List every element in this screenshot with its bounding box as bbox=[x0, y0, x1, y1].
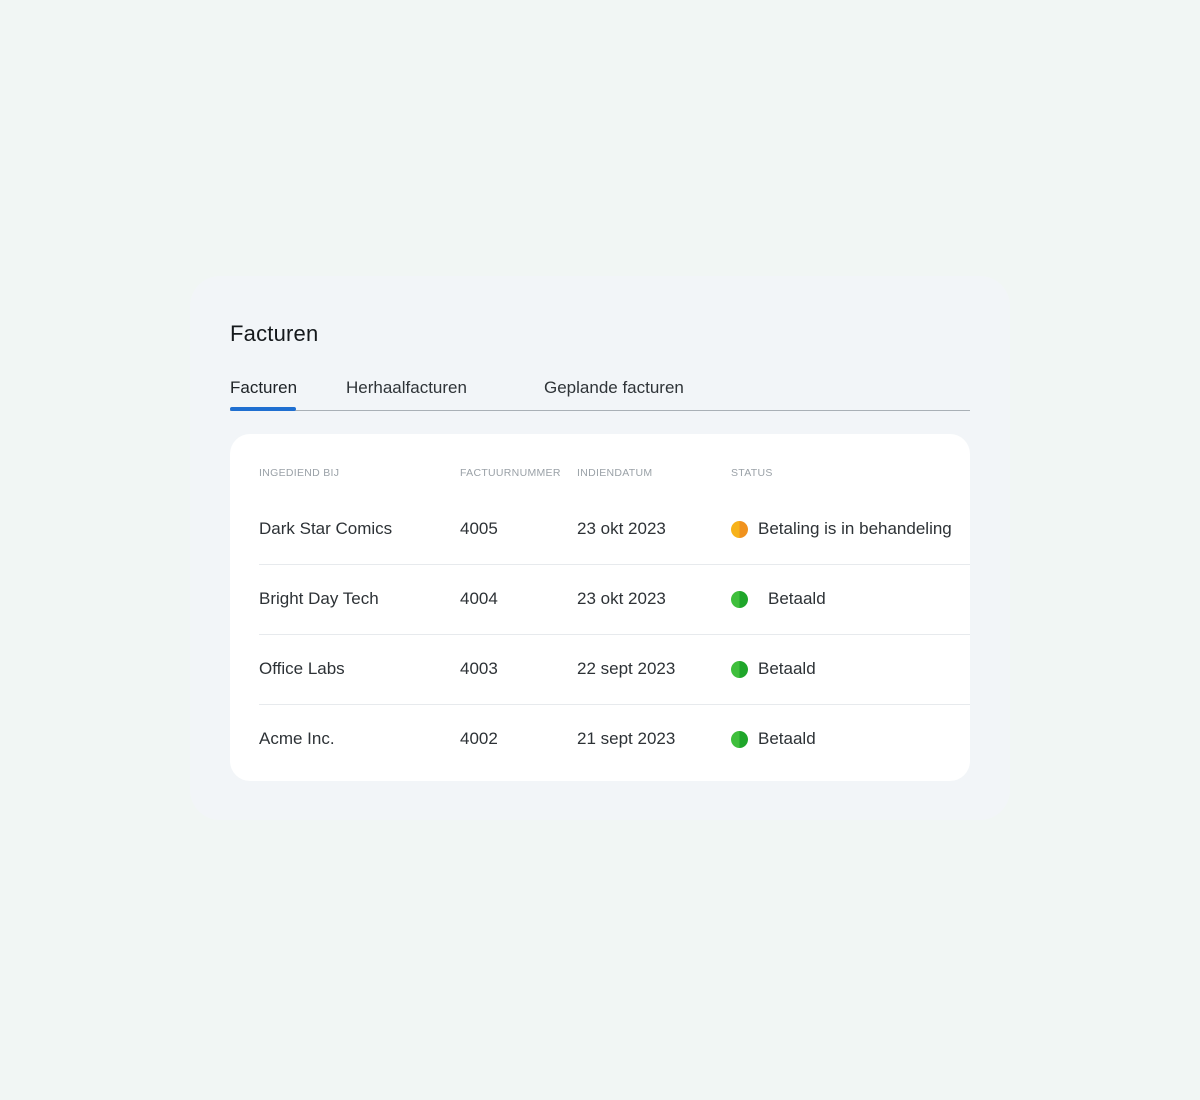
paid-status-dot-icon bbox=[731, 661, 748, 678]
column-header-submitted-to: INGEDIEND BIJ bbox=[259, 467, 339, 479]
column-header-invoice-number: FACTUURNUMMER bbox=[460, 467, 561, 479]
status-text: Betaald bbox=[758, 634, 816, 704]
table-row[interactable]: Bright Day Tech 4004 23 okt 2023 Betaald bbox=[259, 564, 970, 635]
invoice-date: 23 okt 2023 bbox=[577, 564, 666, 634]
invoice-number: 4005 bbox=[460, 494, 498, 564]
invoice-date: 21 sept 2023 bbox=[577, 704, 675, 774]
client-name: Dark Star Comics bbox=[259, 494, 392, 564]
client-name: Acme Inc. bbox=[259, 704, 335, 774]
invoices-table: INGEDIEND BIJ FACTUURNUMMER INDIENDATUM … bbox=[230, 434, 970, 781]
tab-bar: Facturen Herhaalfacturen Geplande factur… bbox=[230, 376, 970, 411]
table-row[interactable]: Acme Inc. 4002 21 sept 2023 Betaald bbox=[259, 704, 970, 774]
pending-status-dot-icon bbox=[731, 521, 748, 538]
column-header-submit-date: INDIENDATUM bbox=[577, 467, 652, 479]
tab-herhaalfacturen[interactable]: Herhaalfacturen bbox=[346, 378, 467, 398]
status-text: Betaling is in behandeling bbox=[758, 494, 952, 564]
status-text: Betaald bbox=[768, 564, 826, 634]
invoice-number: 4004 bbox=[460, 564, 498, 634]
invoice-number: 4002 bbox=[460, 704, 498, 774]
paid-status-dot-icon bbox=[731, 591, 748, 608]
active-tab-indicator bbox=[230, 407, 296, 411]
page-title: Facturen bbox=[230, 321, 318, 347]
paid-status-dot-icon bbox=[731, 731, 748, 748]
column-header-status: STATUS bbox=[731, 467, 773, 479]
table-row[interactable]: Office Labs 4003 22 sept 2023 Betaald bbox=[259, 634, 970, 705]
client-name: Office Labs bbox=[259, 634, 345, 704]
tab-facturen[interactable]: Facturen bbox=[230, 378, 297, 398]
client-name: Bright Day Tech bbox=[259, 564, 379, 634]
tab-geplande-facturen[interactable]: Geplande facturen bbox=[544, 378, 684, 398]
status-text: Betaald bbox=[758, 704, 816, 774]
invoice-date: 23 okt 2023 bbox=[577, 494, 666, 564]
table-row[interactable]: Dark Star Comics 4005 23 okt 2023 Betali… bbox=[259, 494, 970, 565]
invoice-date: 22 sept 2023 bbox=[577, 634, 675, 704]
invoice-number: 4003 bbox=[460, 634, 498, 704]
